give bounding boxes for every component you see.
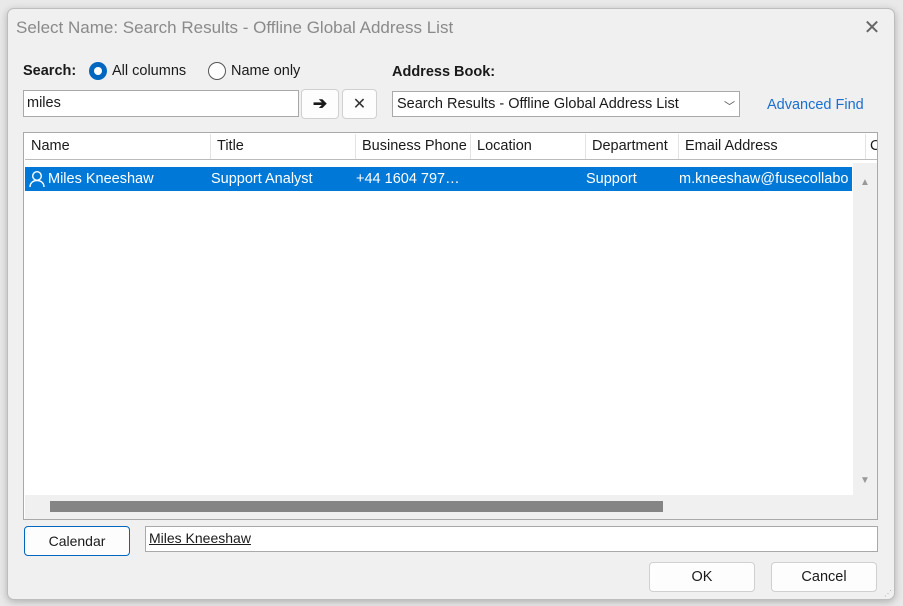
address-book-select[interactable]: Search Results - Offline Global Address … bbox=[392, 91, 740, 117]
column-header-name[interactable]: Name bbox=[25, 134, 211, 159]
cell-email: m.kneeshaw@fusecollabo bbox=[679, 171, 849, 187]
column-header-email[interactable]: Email Address bbox=[679, 134, 866, 159]
select-name-dialog: Select Name: Search Results - Offline Gl… bbox=[7, 8, 895, 600]
search-input[interactable]: miles bbox=[23, 90, 299, 117]
dialog-title: Select Name: Search Results - Offline Gl… bbox=[16, 18, 454, 37]
close-icon: ✕ bbox=[352, 96, 367, 113]
arrow-right-icon: ➔ bbox=[312, 94, 328, 113]
search-label: Search: bbox=[23, 63, 77, 79]
contact-icon bbox=[29, 167, 45, 191]
horizontal-scrollbar[interactable] bbox=[25, 495, 877, 519]
column-header-more[interactable]: C bbox=[866, 134, 877, 159]
horizontal-scroll-thumb[interactable] bbox=[50, 501, 663, 512]
cell-department: Support bbox=[586, 171, 637, 187]
radio-selected-icon bbox=[89, 62, 107, 80]
vertical-scrollbar[interactable]: ▲ ▼ bbox=[853, 163, 877, 495]
radio-label: Name only bbox=[231, 63, 301, 79]
radio-all-columns[interactable]: All columns bbox=[89, 62, 186, 80]
cell-name: Miles Kneeshaw bbox=[48, 171, 154, 187]
close-icon[interactable]: ✕ bbox=[860, 15, 884, 39]
radio-unselected-icon bbox=[208, 62, 226, 80]
advanced-find-link[interactable]: Advanced Find bbox=[767, 97, 864, 113]
column-header-title[interactable]: Title bbox=[211, 134, 356, 159]
column-header-location[interactable]: Location bbox=[471, 134, 586, 159]
scroll-down-icon[interactable]: ▼ bbox=[860, 475, 870, 486]
search-go-button[interactable]: ➔ bbox=[301, 89, 339, 119]
calendar-button[interactable]: Calendar bbox=[24, 526, 130, 556]
column-header-business-phone[interactable]: Business Phone bbox=[356, 134, 471, 159]
recipient-field[interactable]: Miles Kneeshaw bbox=[145, 526, 878, 552]
chevron-down-icon: ﹀ bbox=[724, 101, 735, 113]
scroll-up-icon[interactable]: ▲ bbox=[860, 177, 870, 188]
results-list: Name Title Business Phone Location Depar… bbox=[23, 132, 878, 520]
recipient-name: Miles Kneeshaw bbox=[149, 530, 251, 546]
table-row[interactable]: Miles Kneeshaw Support Analyst +44 1604 … bbox=[25, 167, 852, 191]
cell-title: Support Analyst bbox=[211, 171, 313, 187]
cell-phone: +44 1604 797… bbox=[356, 171, 460, 187]
radio-label: All columns bbox=[112, 63, 187, 79]
resize-grip-icon[interactable]: ⋰ bbox=[884, 589, 892, 598]
clear-search-button[interactable]: ✕ bbox=[342, 89, 377, 119]
radio-name-only[interactable]: Name only bbox=[208, 62, 300, 80]
address-book-value: Search Results - Offline Global Address … bbox=[397, 96, 679, 112]
table-header: Name Title Business Phone Location Depar… bbox=[25, 134, 877, 160]
ok-button[interactable]: OK bbox=[649, 562, 755, 592]
column-header-department[interactable]: Department bbox=[586, 134, 679, 159]
address-book-label: Address Book: bbox=[392, 64, 496, 80]
cancel-button[interactable]: Cancel bbox=[771, 562, 877, 592]
